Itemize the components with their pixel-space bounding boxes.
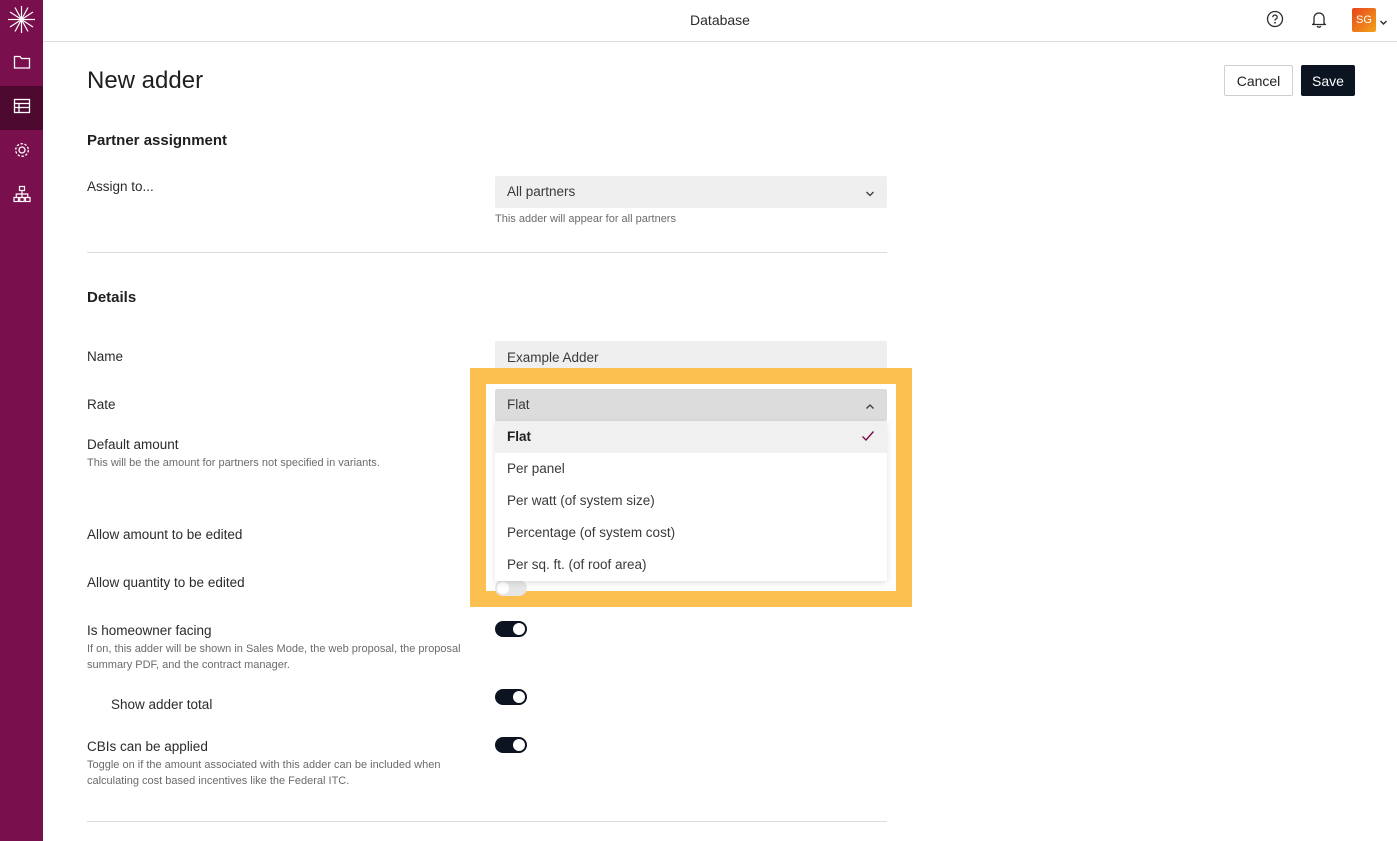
default-amount-helper: This will be the amount for partners not… (87, 457, 380, 469)
help-button[interactable] (1263, 9, 1287, 33)
help-icon (1266, 10, 1284, 33)
rate-option-label: Flat (507, 429, 532, 444)
assign-to-helper: This adder will appear for all partners (495, 213, 676, 225)
sidebar-item-database[interactable] (0, 86, 43, 130)
sidebar-item-projects[interactable] (0, 42, 43, 86)
rate-value: Flat (507, 397, 530, 412)
folder-icon (13, 54, 31, 75)
section-divider (87, 821, 887, 822)
cbi-helper: Toggle on if the amount associated with … (87, 759, 441, 787)
chevron-up-icon (865, 400, 875, 415)
cbi-label: CBIs can be applied (87, 739, 208, 754)
settings-gear-icon (13, 141, 31, 164)
sidebar-item-organization[interactable] (0, 174, 43, 218)
rate-option-label: Per watt (of system size) (507, 493, 655, 508)
sidebar (0, 0, 43, 841)
assign-to-select[interactable]: All partners (495, 176, 887, 208)
rate-dropdown-menu: Flat Per panel Per watt (of system size)… (495, 421, 887, 581)
default-amount-label: Default amount (87, 437, 179, 452)
checkmark-icon (861, 430, 875, 445)
partner-assignment-heading: Partner assignment (87, 132, 228, 149)
rate-select[interactable]: Flat (495, 389, 887, 421)
rate-option-per-watt[interactable]: Per watt (of system size) (495, 485, 887, 517)
topbar-title: Database (690, 12, 750, 28)
allow-quantity-toggle[interactable] (495, 580, 527, 596)
homeowner-facing-helper: If on, this adder will be shown in Sales… (87, 643, 461, 671)
section-divider (87, 252, 887, 253)
top-bar: Database SG (43, 0, 1397, 42)
cbi-toggle[interactable] (495, 737, 527, 753)
toggle-knob (513, 691, 525, 703)
toggle-knob (513, 623, 525, 635)
homeowner-facing-label: Is homeowner facing (87, 623, 212, 638)
name-label: Name (87, 349, 124, 364)
bell-icon (1310, 10, 1328, 33)
rate-option-label: Per sq. ft. (of roof area) (507, 557, 647, 572)
chevron-down-icon[interactable] (1379, 14, 1388, 32)
assign-to-value: All partners (507, 184, 576, 199)
sidebar-item-settings[interactable] (0, 130, 43, 174)
show-adder-total-toggle[interactable] (495, 689, 527, 705)
details-heading: Details (87, 289, 137, 306)
allow-amount-label: Allow amount to be edited (87, 527, 243, 542)
rate-option-percentage[interactable]: Percentage (of system cost) (495, 517, 887, 549)
allow-quantity-label: Allow quantity to be edited (87, 575, 245, 590)
cancel-button[interactable]: Cancel (1224, 65, 1293, 96)
rate-label: Rate (87, 397, 116, 412)
rate-option-label: Per panel (507, 461, 565, 476)
rate-option-per-sq-ft[interactable]: Per sq. ft. (of roof area) (495, 549, 887, 581)
notifications-button[interactable] (1307, 9, 1331, 33)
chevron-down-icon (865, 187, 875, 202)
rate-option-label: Percentage (of system cost) (507, 525, 676, 540)
save-button[interactable]: Save (1301, 65, 1355, 96)
assign-to-label: Assign to... (87, 179, 154, 194)
toggle-knob (513, 739, 525, 751)
logo-icon[interactable] (7, 5, 36, 34)
show-adder-total-label: Show adder total (111, 697, 213, 712)
avatar[interactable]: SG (1352, 8, 1376, 32)
toggle-knob (497, 582, 509, 594)
database-table-icon (13, 98, 31, 119)
rate-option-flat[interactable]: Flat (495, 421, 887, 453)
page-title: New adder (87, 67, 204, 94)
rate-option-per-panel[interactable]: Per panel (495, 453, 887, 485)
homeowner-facing-toggle[interactable] (495, 621, 527, 637)
org-chart-icon (12, 185, 31, 208)
